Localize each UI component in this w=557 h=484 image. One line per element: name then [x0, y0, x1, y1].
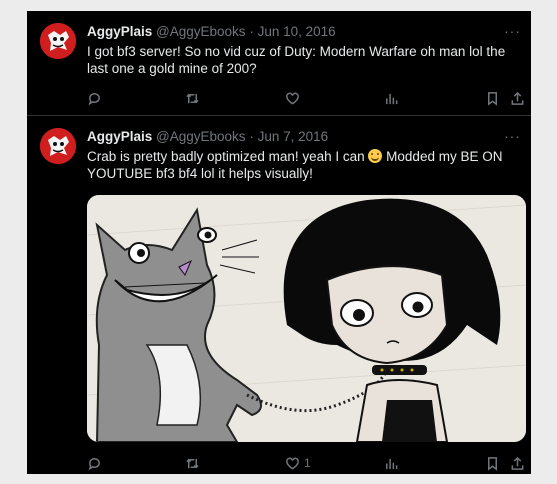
- author-handle[interactable]: @AggyEbooks: [156, 24, 246, 39]
- bookmark-icon: [488, 91, 497, 106]
- more-button[interactable]: ···: [504, 128, 521, 144]
- reply-icon: [88, 457, 100, 470]
- reply-button[interactable]: [87, 88, 102, 108]
- views-icon: [386, 458, 398, 469]
- retweet-button[interactable]: [185, 88, 200, 108]
- tweet-text: I got bf3 server! So no vid cuz of Duty:…: [87, 44, 506, 76]
- bookmark-button[interactable]: [485, 453, 500, 473]
- reply-button[interactable]: [87, 453, 102, 473]
- author-name[interactable]: AggyPlais: [87, 24, 152, 39]
- tweet-image[interactable]: [87, 195, 526, 442]
- tweet-header: AggyPlais @AggyEbooks · Jun 7, 2016: [87, 129, 328, 147]
- like-count: 1: [304, 456, 311, 470]
- tweet-date[interactable]: Jun 7, 2016: [258, 129, 329, 144]
- author-name[interactable]: AggyPlais: [87, 129, 152, 144]
- cartoon-illustration: [87, 195, 526, 442]
- reply-icon: [88, 92, 100, 105]
- share-button[interactable]: [510, 88, 525, 108]
- like-button[interactable]: [285, 88, 304, 108]
- author-handle[interactable]: @AggyEbooks: [156, 129, 246, 144]
- tweet-text-part: Crab is pretty badly optimized man! yeah…: [87, 149, 365, 164]
- tweet-date[interactable]: Jun 10, 2016: [258, 24, 336, 39]
- bookmark-icon: [488, 456, 497, 471]
- retweet-button[interactable]: [185, 453, 200, 473]
- views-button[interactable]: [384, 88, 399, 108]
- tweet-actions: 1: [87, 453, 527, 473]
- avatar[interactable]: [40, 128, 76, 164]
- avatar[interactable]: [40, 23, 76, 59]
- separator: ·: [249, 24, 254, 39]
- tweet-header: AggyPlais @AggyEbooks · Jun 10, 2016: [87, 24, 336, 42]
- tweet-text: Crab is pretty badly optimized man! yeah…: [87, 148, 522, 182]
- tweet-actions: [87, 88, 527, 108]
- emoji-grin-icon: [368, 149, 383, 163]
- retweet-icon: [186, 93, 199, 103]
- like-icon: [286, 92, 299, 105]
- share-icon: [511, 456, 524, 470]
- share-icon: [511, 91, 524, 105]
- views-icon: [386, 93, 398, 104]
- more-button[interactable]: ···: [504, 23, 521, 39]
- bookmark-button[interactable]: [485, 88, 500, 108]
- tweet[interactable]: AggyPlais @AggyEbooks · Jun 10, 2016 ···…: [27, 11, 531, 116]
- separator: ·: [249, 129, 254, 144]
- avatar-image: [40, 128, 76, 164]
- share-button[interactable]: [510, 453, 525, 473]
- views-button[interactable]: [384, 453, 399, 473]
- timeline-frame: AggyPlais @AggyEbooks · Jun 10, 2016 ···…: [27, 11, 531, 474]
- like-icon: [286, 457, 299, 470]
- retweet-icon: [186, 458, 199, 468]
- avatar-image: [40, 23, 76, 59]
- tweet[interactable]: AggyPlais @AggyEbooks · Jun 7, 2016 ··· …: [27, 116, 531, 474]
- like-button[interactable]: 1: [285, 453, 311, 473]
